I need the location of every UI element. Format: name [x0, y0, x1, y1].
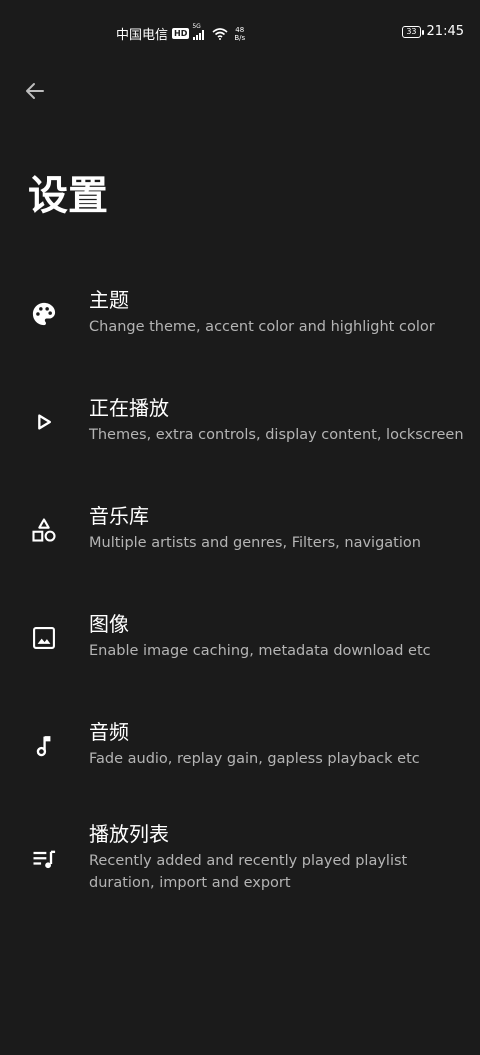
setting-item-text: 主题 Change theme, accent color and highli…: [89, 286, 466, 338]
status-bar-left-group: 中国电信 HD 5G 48 B/s: [116, 23, 245, 44]
setting-title: 图像: [89, 612, 129, 636]
back-button[interactable]: [20, 76, 50, 106]
setting-description-line1: Recently added and recently played playl…: [89, 853, 408, 869]
setting-item-text: 图像 Enable image caching, metadata downlo…: [89, 610, 466, 662]
arrow-back-icon: [26, 83, 44, 99]
setting-item-theme[interactable]: 主题 Change theme, accent color and highli…: [0, 270, 480, 378]
setting-title: 正在播放: [89, 396, 169, 420]
setting-title: 播放列表: [89, 822, 169, 846]
net-speed-value: 48: [235, 25, 245, 34]
net-speed: 48 B/s: [234, 26, 245, 42]
setting-item-text: 音乐库 Multiple artists and genres, Filters…: [89, 502, 466, 554]
settings-list: 主题 Change theme, accent color and highli…: [0, 270, 480, 930]
net-speed-unit: B/s: [234, 33, 246, 42]
setting-title: 音乐库: [89, 504, 149, 528]
palette-icon: [30, 300, 58, 328]
hd-badge: HD: [172, 28, 190, 39]
music-note-icon: [30, 732, 58, 760]
network-type-label: 5G: [192, 22, 201, 30]
setting-item-text: 音频 Fade audio, replay gain, gapless play…: [89, 718, 466, 770]
signal-icon: 5G: [192, 23, 205, 40]
setting-item-now-playing[interactable]: 正在播放 Themes, extra controls, display con…: [0, 378, 480, 486]
setting-item-audio[interactable]: 音频 Fade audio, replay gain, gapless play…: [0, 702, 480, 810]
setting-description: Enable image caching, metadata download …: [89, 643, 431, 659]
setting-title: 音频: [89, 720, 129, 744]
shapes-icon: [30, 516, 58, 544]
status-bar: 中国电信 HD 5G 48 B/s 33 21:45: [0, 0, 480, 66]
battery-level: 33: [406, 26, 417, 36]
play-icon: [30, 408, 58, 436]
battery-icon: 33: [402, 25, 424, 38]
setting-description: Change theme, accent color and highlight…: [89, 319, 435, 335]
setting-item-text: 播放列表 Recently added and recently played …: [89, 820, 466, 894]
image-icon: [30, 624, 58, 652]
page-title: 设置: [28, 173, 108, 219]
setting-description: Themes, extra controls, display content,…: [89, 427, 464, 443]
wifi-icon: [212, 27, 228, 40]
setting-item-playlists[interactable]: 播放列表 Recently added and recently played …: [0, 810, 480, 930]
setting-description-line2: duration, import and export: [89, 875, 291, 891]
setting-title: 主题: [89, 288, 129, 312]
status-bar-right-group: 33 21:45: [402, 24, 464, 39]
setting-item-images[interactable]: 图像 Enable image caching, metadata downlo…: [0, 594, 480, 702]
playlist-icon: [30, 846, 58, 874]
carrier-label: 中国电信: [116, 28, 169, 43]
setting-description: Multiple artists and genres, Filters, na…: [89, 535, 421, 551]
setting-item-text: 正在播放 Themes, extra controls, display con…: [89, 394, 466, 446]
setting-item-library[interactable]: 音乐库 Multiple artists and genres, Filters…: [0, 486, 480, 594]
clock: 21:45: [426, 24, 464, 39]
setting-description: Fade audio, replay gain, gapless playbac…: [89, 751, 420, 767]
